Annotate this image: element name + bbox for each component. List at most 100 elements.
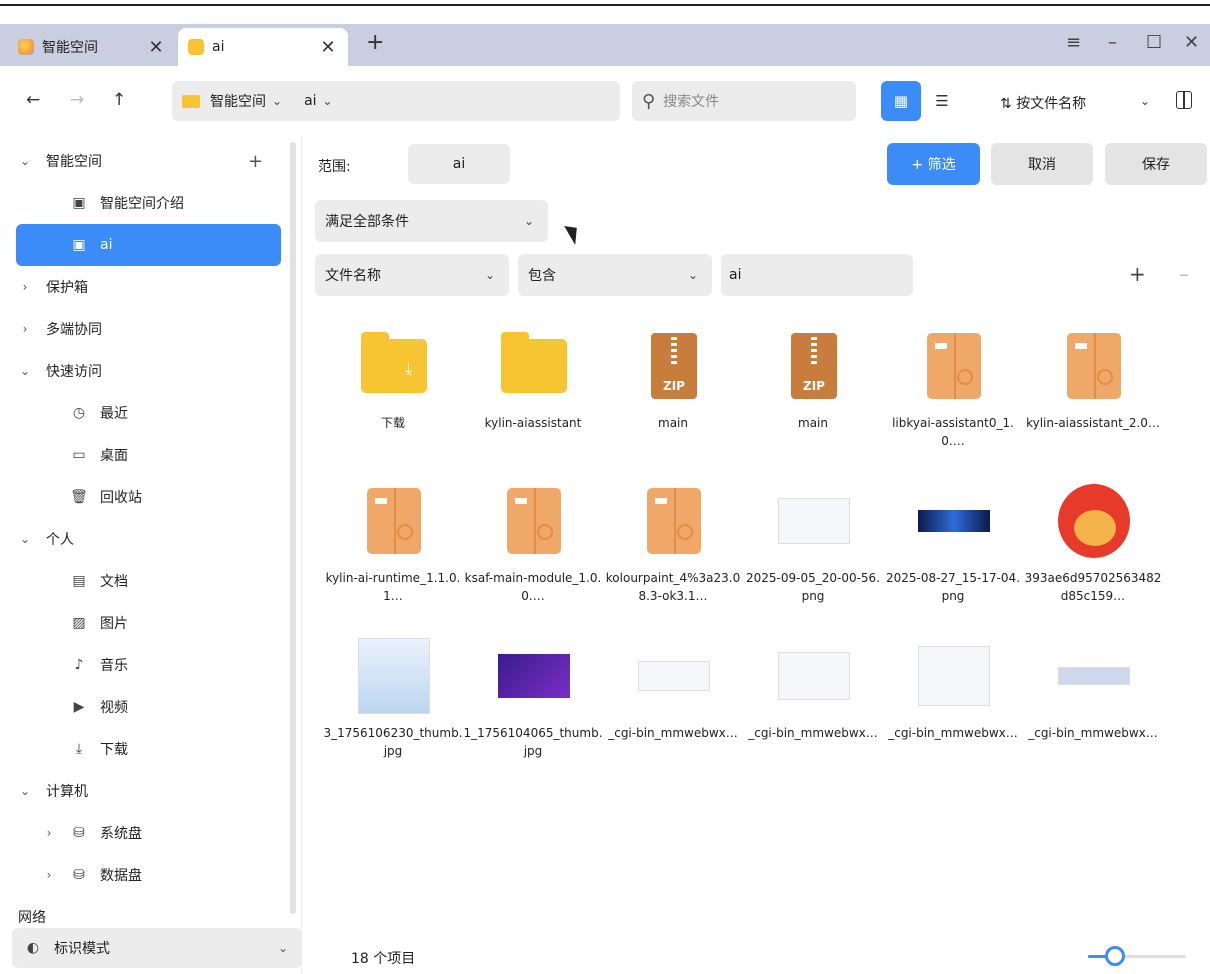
file-item[interactable]: kylin-ai-runtime_1.1.0.1… (323, 481, 463, 631)
file-item[interactable]: main (603, 326, 743, 476)
menu-icon[interactable]: ≡ (1066, 32, 1081, 53)
sidebar-item-downloads[interactable]: ⤓ 下载 (16, 728, 281, 770)
image-thumbnail (638, 636, 710, 716)
sidebar-item-ai[interactable]: ▣ ai (16, 224, 281, 266)
main-panel: 范围: ai + 筛选 取消 保存 满足全部条件 ⌄ 文件名称 ⌄ 包含 ⌄ a… (303, 136, 1210, 974)
minimize-icon[interactable]: – (1108, 32, 1117, 53)
file-name: 2025-09-05_20-00-56.png (745, 571, 881, 603)
image-thumbnail (918, 636, 990, 716)
file-item[interactable]: 393ae6d95702563482d85c159… (1023, 481, 1163, 631)
scope-value[interactable]: ai (408, 144, 510, 184)
image-thumbnail (918, 481, 990, 561)
file-item[interactable]: _cgi-bin_mmwebwx… (743, 636, 883, 786)
sidebar-item-label: ai (100, 237, 113, 253)
close-icon[interactable]: ✕ (318, 37, 338, 58)
file-item[interactable]: kylin-aiassistant_2.0… (1023, 326, 1163, 476)
file-item[interactable]: _cgi-bin_mmwebwx… (603, 636, 743, 786)
remove-condition-icon[interactable]: – (1179, 262, 1189, 286)
picture-icon: ▨ (72, 615, 86, 631)
sidebar-item-music[interactable]: ♪ 音乐 (16, 644, 281, 686)
sidebar-item-quick-access[interactable]: ⌄ 快速访问 (16, 350, 281, 392)
sidebar-item-multi-device[interactable]: › 多端协同 (16, 308, 281, 350)
add-icon[interactable]: + (248, 151, 263, 172)
search-input[interactable]: ⚲ 搜索文件 (632, 81, 856, 121)
sidebar-item-system-disk[interactable]: › ⛁ 系统盘 (16, 812, 281, 854)
up-button[interactable]: ↑ (112, 90, 126, 110)
file-item[interactable]: 1_1756104065_thumb.jpg (463, 636, 603, 786)
breadcrumb-item[interactable]: ai (304, 93, 316, 109)
file-name: kylin-aiassistant_2.0… (1026, 416, 1160, 430)
zoom-slider-handle[interactable] (1105, 946, 1126, 966)
sidebar-item-trash[interactable]: 🗑 回收站 (16, 476, 281, 518)
field-dropdown[interactable]: 文件名称 ⌄ (315, 254, 509, 296)
file-item[interactable]: ⤓ 下载 (323, 326, 463, 476)
tab-smart-space[interactable]: 智能空间 ✕ (8, 28, 176, 66)
condition-value-input[interactable]: ai (721, 254, 913, 296)
save-button[interactable]: 保存 (1105, 143, 1207, 185)
file-item[interactable]: libkyai-assistant0_1.0.… (883, 326, 1023, 476)
scope-label: 范围: (318, 159, 351, 175)
breadcrumb[interactable]: 智能空间 ⌄ ai ⌄ (172, 81, 620, 121)
cancel-button[interactable]: 取消 (991, 143, 1093, 185)
breadcrumb-item[interactable]: 智能空间 (210, 91, 266, 111)
add-filter-button[interactable]: + 筛选 (887, 143, 980, 185)
chevron-down-icon[interactable]: ⌄ (16, 784, 34, 798)
sidebar-item-vault[interactable]: › 保护箱 (16, 266, 281, 308)
chevron-down-icon[interactable]: ⌄ (323, 94, 333, 108)
maximize-icon[interactable]: ☐ (1146, 32, 1162, 53)
sidebar-item-smart-space[interactable]: ⌄ 智能空间 + (16, 140, 281, 182)
sidebar-item-personal[interactable]: ⌄ 个人 (16, 518, 281, 560)
chevron-right-icon[interactable]: › (40, 826, 58, 840)
chevron-down-icon[interactable]: ⌄ (16, 364, 34, 378)
sidebar-item-data-disk[interactable]: › ⛁ 数据盘 (16, 854, 281, 896)
chevron-down-icon[interactable]: ⌄ (278, 941, 288, 955)
match-mode-dropdown[interactable]: 满足全部条件 ⌄ (315, 200, 548, 242)
chevron-down-icon[interactable]: ⌄ (272, 94, 282, 108)
sidebar-item-recent[interactable]: ◷ 最近 (16, 392, 281, 434)
sidebar-item-videos[interactable]: ▶ 视频 (16, 686, 281, 728)
file-item[interactable]: main (743, 326, 883, 476)
file-item[interactable]: 2025-08-27_15-17-04.png (883, 481, 1023, 631)
file-name: _cgi-bin_mmwebwx… (608, 726, 738, 740)
file-item[interactable]: _cgi-bin_mmwebwx… (1023, 636, 1163, 786)
file-item[interactable]: kylin-aiassistant (463, 326, 603, 476)
chevron-down-icon[interactable]: ⌄ (16, 532, 34, 546)
file-item[interactable]: 3_1756106230_thumb.jpg (323, 636, 463, 786)
tab-ai[interactable]: ai ✕ (178, 28, 348, 66)
list-view-button[interactable]: ☰ (922, 81, 962, 121)
sidebar-scrollbar[interactable] (290, 142, 296, 914)
chevron-down-icon: ⌄ (523, 214, 534, 228)
file-name: 393ae6d95702563482d85c159… (1024, 571, 1162, 603)
chevron-down-icon[interactable]: ⌄ (16, 154, 34, 168)
clock-icon: ◷ (72, 405, 86, 421)
chevron-right-icon[interactable]: › (40, 868, 58, 882)
file-grid: ⤓ 下载 kylin-aiassistant main main libkyai… (323, 316, 1183, 786)
file-name: ksaf-main-module_1.0.0.… (464, 571, 602, 603)
grid-view-button[interactable]: ▦ (881, 81, 921, 121)
forward-button[interactable]: → (70, 90, 84, 110)
file-item[interactable]: ksaf-main-module_1.0.0.… (463, 481, 603, 631)
chevron-right-icon[interactable]: › (16, 322, 34, 336)
file-item[interactable]: 2025-09-05_20-00-56.png (743, 481, 883, 631)
add-condition-icon[interactable]: + (1129, 262, 1146, 286)
image-thumbnail (778, 481, 850, 561)
sidebar-item-computer[interactable]: ⌄ 计算机 (16, 770, 281, 812)
sidebar-item-smart-space-intro[interactable]: ▣ 智能空间介绍 (16, 182, 281, 224)
image-thumbnail (358, 636, 430, 716)
operator-dropdown[interactable]: 包含 ⌄ (518, 254, 712, 296)
chevron-down-icon[interactable]: ⌄ (1140, 94, 1150, 108)
sidebar-item-documents[interactable]: ▤ 文档 (16, 560, 281, 602)
file-item[interactable]: _cgi-bin_mmwebwx… (883, 636, 1023, 786)
mark-mode-selector[interactable]: ◐ 标识模式 ⌄ (12, 928, 302, 968)
close-icon[interactable]: ✕ (146, 37, 166, 58)
sort-button[interactable]: ⇅ 按文件名称 (1000, 93, 1086, 113)
back-button[interactable]: ← (26, 90, 40, 110)
sidebar-item-desktop[interactable]: ▭ 桌面 (16, 434, 281, 476)
file-item[interactable]: kolourpaint_4%3a23.08.3-ok3.1… (603, 481, 743, 631)
side-panel-icon[interactable] (1176, 91, 1192, 109)
close-window-icon[interactable]: ✕ (1184, 32, 1199, 53)
video-icon: ▶ (73, 699, 85, 715)
chevron-right-icon[interactable]: › (16, 280, 34, 294)
sidebar-item-pictures[interactable]: ▨ 图片 (16, 602, 281, 644)
new-tab-button[interactable]: + (366, 30, 384, 55)
